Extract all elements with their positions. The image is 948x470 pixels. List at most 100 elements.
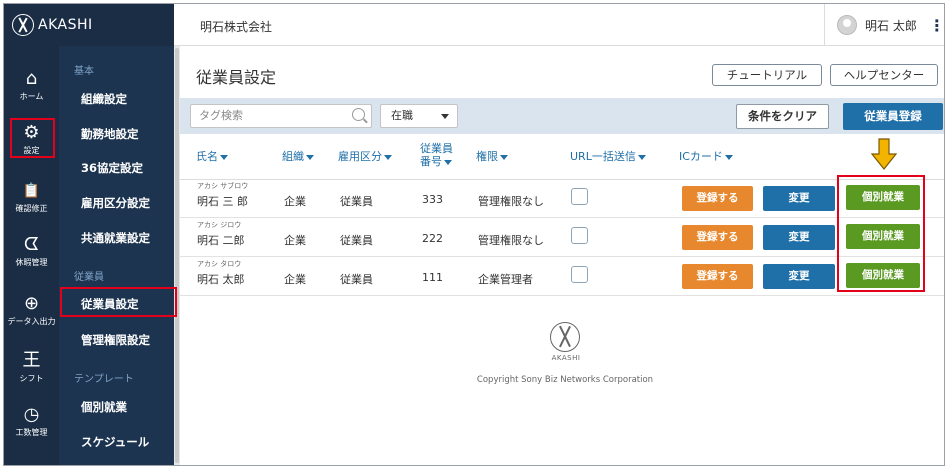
user-menu[interactable]: 明石 太郎 ⋮ (824, 4, 944, 46)
rail-item-vacation[interactable]: ᗧ 休暇管理 (4, 232, 59, 284)
submenu-heading-basic: 基本 (74, 66, 94, 77)
vacation-icon: ᗧ (24, 234, 39, 255)
rail-item-workhours[interactable]: ◷ 工数管理 (4, 402, 59, 454)
settings-submenu: 基本 組織設定 勤務地設定 36協定設定 雇用区分設定 共通就業設定 従業員 従… (59, 46, 174, 465)
submenu-item-location[interactable]: 勤務地設定 (81, 126, 139, 142)
url-send-checkbox[interactable] (571, 188, 588, 205)
status-select[interactable]: 在職 (380, 104, 458, 128)
company-name: 明石株式会社 (200, 20, 273, 34)
submenu-heading-employee: 従業員 (74, 272, 104, 283)
app-window: AKASHI ⌂ ホーム ⚙ 設定 📋 確認修正 ᗧ 休暇管理 ⊕ データ入出力… (3, 3, 945, 466)
status-select-value: 在職 (391, 109, 413, 122)
tag-search-input[interactable]: タグ検索 (190, 104, 372, 128)
register-ic-button[interactable]: 登録する (682, 225, 753, 250)
column-header-number[interactable]: 従業員 番号 (420, 142, 453, 168)
table-row: アカシ タロウ 明石 太郎 企業 従業員 111 企業管理者 登録する 変更 個… (180, 258, 944, 296)
employee-name[interactable]: 明石 太郎 (197, 271, 245, 287)
copyright-text: Copyright Sony Biz Networks Corporation (476, 375, 654, 385)
rail-label: シフト (19, 374, 44, 383)
employee-employment: 従業員 (340, 195, 373, 208)
rail-label: ホーム (19, 92, 44, 101)
sort-down-icon (384, 154, 392, 160)
employee-employment: 従業員 (340, 273, 373, 286)
submenu-item-admin-authority[interactable]: 管理権限設定 (81, 332, 150, 348)
change-ic-button[interactable]: 変更 (763, 186, 835, 211)
akashi-logo-icon (550, 322, 580, 352)
tutorial-button[interactable]: チュートリアル (712, 64, 822, 86)
column-header-ic-card[interactable]: ICカード (679, 148, 733, 164)
clipboard-check-icon: 📋 (22, 183, 41, 199)
employee-org: 企業 (284, 273, 306, 286)
rail-item-shift[interactable]: 王 シフト (4, 348, 59, 400)
url-send-checkbox[interactable] (571, 266, 588, 283)
rail-item-home[interactable]: ⌂ ホーム (4, 66, 59, 118)
page-title: 従業員設定 (196, 68, 277, 87)
employee-name[interactable]: 明石 二郎 (197, 232, 245, 248)
url-send-checkbox[interactable] (571, 227, 588, 244)
rail-label: データ入出力 (7, 317, 56, 326)
employee-org: 企業 (284, 195, 306, 208)
register-ic-button[interactable]: 登録する (682, 264, 753, 289)
sort-down-icon (637, 154, 646, 160)
sort-down-icon (724, 154, 733, 160)
employee-number: 111 (422, 271, 443, 284)
filter-bar: タグ検索 在職 条件をクリア 従業員登録 (180, 98, 944, 134)
column-header-org[interactable]: 組織 (282, 148, 314, 164)
table-row: アカシ ジロウ 明石 二郎 企業 従業員 222 管理権限なし 登録する 変更 … (180, 219, 944, 257)
sort-down-icon (306, 154, 314, 160)
submenu-item-common-work[interactable]: 共通就業設定 (81, 230, 150, 246)
employee-kana: アカシ ジロウ (197, 221, 242, 229)
employee-kana: アカシ タロウ (197, 260, 242, 268)
help-center-button[interactable]: ヘルプセンター (830, 64, 938, 86)
column-header-name[interactable]: 氏名 (196, 148, 228, 164)
more-vertical-icon[interactable]: ⋮ (929, 16, 944, 35)
submenu-heading-template: テンプレート (74, 374, 134, 385)
table-row: アカシ サブロウ 明石 三 郎 企業 従業員 333 管理権限なし 登録する 変… (180, 180, 944, 218)
logo-bar[interactable]: AKASHI (4, 4, 174, 46)
employee-number: 333 (422, 193, 443, 206)
change-ic-button[interactable]: 変更 (763, 225, 835, 250)
employee-number: 222 (422, 232, 443, 245)
tag-search-placeholder: タグ検索 (199, 109, 243, 122)
rail-item-data-io[interactable]: ⊕ データ入出力 (4, 291, 59, 343)
change-ic-button[interactable]: 変更 (763, 264, 835, 289)
rail-item-review[interactable]: 📋 確認修正 (4, 178, 59, 230)
employee-org: 企業 (284, 234, 306, 247)
footer-brand: AKASHI (551, 354, 581, 362)
home-icon: ⌂ (25, 68, 38, 89)
scrollbar-thumb[interactable] (175, 48, 179, 463)
search-icon[interactable] (352, 108, 365, 121)
employee-authority: 企業管理者 (478, 273, 533, 286)
akashi-logo-icon (12, 14, 34, 36)
download-icon: ⊕ (23, 293, 40, 314)
highlight-individual-work-buttons (837, 175, 925, 292)
rail-label: 工数管理 (15, 428, 48, 437)
highlight-settings-rail (10, 118, 55, 158)
clock-icon: ◷ (23, 404, 40, 425)
rail-label: 確認修正 (15, 204, 48, 213)
top-header: 明石株式会社 明石 太郎 ⋮ (174, 4, 944, 46)
employee-name[interactable]: 明石 三 郎 (197, 193, 248, 209)
clear-conditions-button[interactable]: 条件をクリア (736, 104, 829, 129)
brand-name: AKASHI (38, 17, 93, 33)
employee-kana: アカシ サブロウ (197, 182, 249, 190)
submenu-item-employment-type[interactable]: 雇用区分設定 (81, 195, 150, 211)
submenu-item-individual-work[interactable]: 個別就業 (81, 399, 127, 415)
employee-authority: 管理権限なし (478, 234, 544, 247)
submenu-item-organization[interactable]: 組織設定 (81, 91, 127, 107)
column-header-authority[interactable]: 権限 (476, 148, 508, 164)
arrow-down-icon (871, 138, 897, 170)
chevron-down-icon (441, 114, 449, 119)
sort-down-icon (500, 154, 508, 160)
register-ic-button[interactable]: 登録する (682, 186, 753, 211)
user-name: 明石 太郎 (865, 18, 917, 33)
submenu-item-36-agreement[interactable]: 36協定設定 (81, 160, 143, 176)
column-header-url-send[interactable]: URL一括送信 (570, 148, 646, 164)
submenu-item-schedule[interactable]: スケジュール (81, 434, 149, 450)
employee-employment: 従業員 (340, 234, 373, 247)
highlight-employee-settings (60, 287, 177, 317)
register-employee-button[interactable]: 従業員登録 (843, 103, 943, 130)
rail-label: 休暇管理 (15, 258, 48, 267)
employee-authority: 管理権限なし (478, 195, 544, 208)
column-header-employment[interactable]: 雇用区分 (338, 148, 392, 164)
